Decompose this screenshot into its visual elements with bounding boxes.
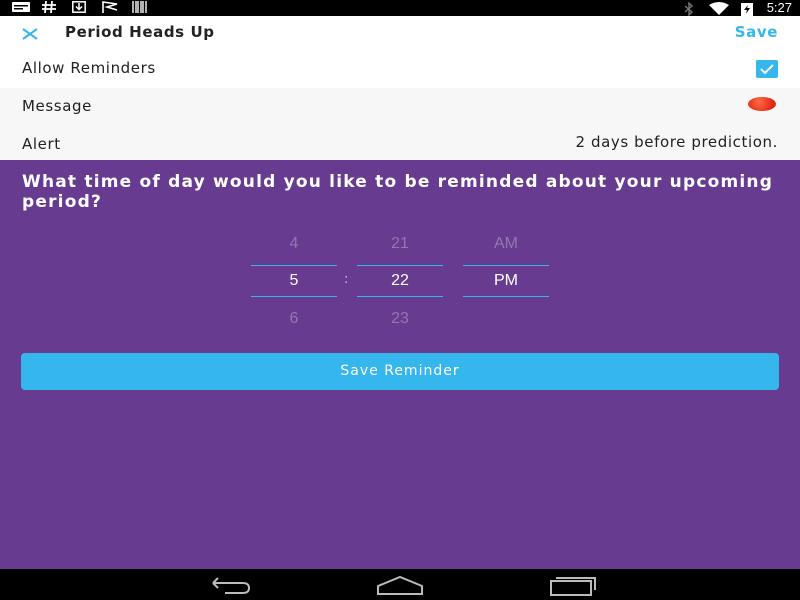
status-bar: 5:27 [0, 0, 800, 17]
save-reminder-button[interactable]: Save Reminder [21, 353, 779, 390]
app-bar: Period Heads Up Save [0, 16, 800, 52]
flag-icon [102, 1, 118, 13]
ampm-bottom-divider [463, 296, 549, 297]
close-icon[interactable] [20, 24, 40, 44]
navigation-bar [0, 569, 800, 600]
alert-label: Alert [22, 135, 61, 153]
hash-icon [42, 0, 56, 14]
ampm-selected[interactable]: PM [463, 272, 549, 290]
recents-icon[interactable] [548, 574, 598, 596]
minute-top-divider [357, 265, 443, 266]
allow-reminders-row[interactable]: Allow Reminders [0, 51, 800, 89]
hour-next[interactable]: 6 [251, 310, 337, 328]
hour-prev[interactable]: 4 [251, 235, 337, 253]
battery-charging-icon [740, 2, 755, 16]
page-title: Period Heads Up [65, 23, 215, 41]
download-icon [72, 1, 86, 13]
allow-reminders-checkbox[interactable] [756, 60, 778, 78]
minute-picker[interactable]: 21 22 23 [357, 230, 443, 330]
hour-top-divider [251, 265, 337, 266]
alert-row[interactable]: Alert 2 days before prediction. [0, 125, 800, 160]
notification-icon [12, 1, 30, 13]
status-time: 5:27 [766, 0, 792, 15]
back-icon[interactable] [205, 574, 255, 596]
allow-reminders-label: Allow Reminders [22, 59, 156, 77]
message-label: Message [22, 97, 92, 115]
ampm-prev[interactable]: AM [463, 235, 549, 253]
barcode-icon [132, 1, 147, 13]
minute-prev[interactable]: 21 [357, 235, 443, 253]
time-separator: : [344, 272, 349, 287]
message-row[interactable]: Message [0, 88, 800, 126]
ampm-picker[interactable]: AM PM [463, 230, 549, 330]
home-icon[interactable] [375, 574, 425, 596]
wifi-icon [708, 2, 729, 15]
bluetooth-icon [683, 1, 697, 17]
minute-next[interactable]: 23 [357, 310, 443, 328]
hour-picker[interactable]: 4 5 6 [251, 230, 337, 330]
ampm-top-divider [463, 265, 549, 266]
hour-selected[interactable]: 5 [251, 272, 337, 290]
reminder-question: What time of day would you like to be re… [22, 172, 774, 212]
save-button[interactable]: Save [735, 23, 778, 41]
minute-bottom-divider [357, 296, 443, 297]
alert-value: 2 days before prediction. [575, 133, 778, 151]
minute-selected[interactable]: 22 [357, 272, 443, 290]
message-indicator-dot[interactable] [748, 97, 776, 111]
hour-bottom-divider [251, 296, 337, 297]
